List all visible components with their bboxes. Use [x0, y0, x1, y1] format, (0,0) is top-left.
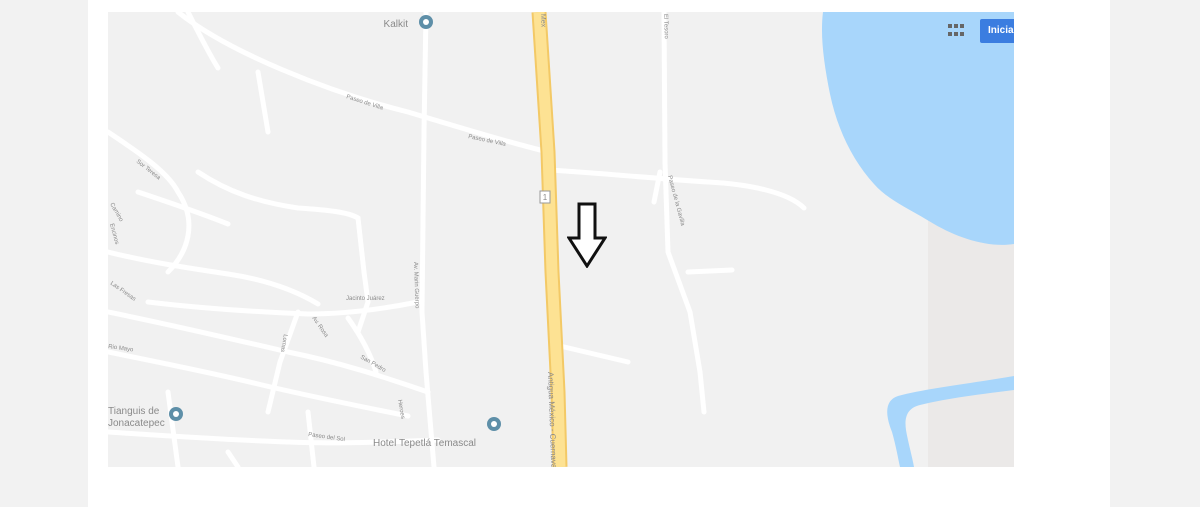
poi-label-left-1: Tianguis de [108, 406, 160, 417]
signin-button[interactable]: Iniciar [980, 19, 1014, 43]
road-label-lower-1: Av. Rosa [310, 316, 329, 339]
lake-water [821, 12, 1014, 245]
poi-pin-icon[interactable] [419, 15, 433, 29]
map-canvas[interactable]: 1 Kalkit Hotel Tepetlá Temascal Tianguis… [108, 12, 1014, 467]
poi-label-top: Kalkit [384, 19, 409, 30]
road-label-left-3: Encinos [108, 223, 119, 245]
grid-dot [948, 24, 952, 28]
grid-dot [960, 24, 964, 28]
road-label-middle: Jacinto Juárez [346, 296, 385, 302]
grid-dot [948, 32, 952, 36]
grid-dot [954, 24, 958, 28]
road-label-left-2: Camino [108, 202, 124, 223]
market-pin-icon[interactable] [169, 407, 183, 421]
minor-roads [108, 12, 807, 467]
down-arrow-icon [567, 202, 607, 268]
grid-dot [954, 32, 958, 36]
highway-top-label: Mex [539, 14, 546, 28]
poi-label-hotel: Hotel Tepetlá Temascal [373, 438, 476, 449]
highway-shield-label: 1 [543, 193, 548, 202]
hotel-pin-icon[interactable] [487, 417, 501, 431]
grid-dot [960, 32, 964, 36]
road-label-left-4: Las Fresas [109, 281, 137, 303]
poi-label-left-2: Jonacatepec [108, 418, 165, 429]
road-label-top-right: El Tesoro [662, 14, 669, 40]
apps-grid-icon[interactable] [946, 22, 964, 40]
map-view[interactable]: 1 Kalkit Hotel Tepetlá Temascal Tianguis… [108, 12, 1014, 467]
